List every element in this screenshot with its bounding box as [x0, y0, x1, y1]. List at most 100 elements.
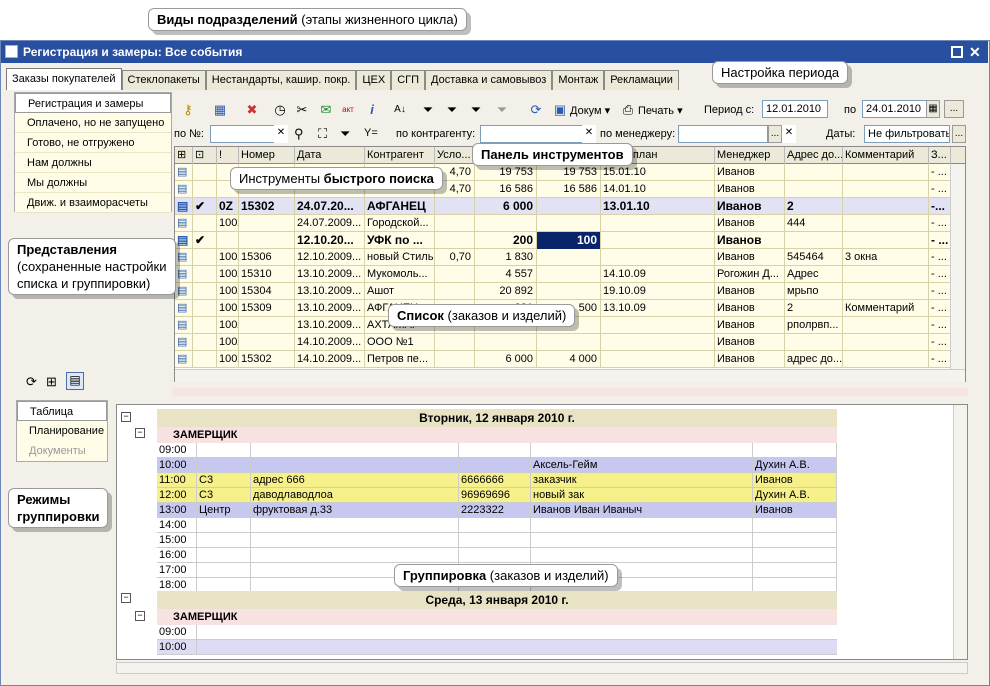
clear-manager-icon[interactable]: ✕ — [782, 125, 796, 143]
time-row[interactable]: 16:00 — [157, 548, 837, 563]
time-row[interactable]: 13:00 Центр фруктовая д.33 2223322 Иванов Ив… — [157, 503, 837, 518]
slot-d — [531, 548, 753, 563]
table-row[interactable]: ▤ 100Z1530413.10.2009...Ашот 20 892 19.10.0… — [175, 283, 965, 300]
cell-cm: Комментарий — [843, 300, 929, 317]
search-icon[interactable]: ⚲ — [294, 126, 304, 142]
tab-nonstandard[interactable]: Нестандарты, кашир. покр. — [205, 70, 357, 90]
tab-claims[interactable]: Рекламации — [604, 70, 679, 90]
print-menu[interactable]: Печать ▾ — [638, 104, 683, 117]
manager-more-button[interactable]: ... — [768, 125, 782, 143]
table-row[interactable]: ▤ 100Z 24.07.2009...Городской... Иванов444 -… — [175, 215, 965, 232]
table-row[interactable]: ▤ 100Z1530612.10.2009...новый Стиль0,701 … — [175, 249, 965, 266]
filter-dates-select[interactable]: Не фильтровать — [864, 125, 950, 143]
view-item[interactable]: Оплачено, но не запущено — [15, 113, 171, 133]
collapse-icon[interactable]: − — [121, 593, 131, 603]
tab-workshop[interactable]: ЦЕХ — [356, 70, 392, 90]
schedule-vscroll[interactable] — [953, 405, 967, 659]
binoculars-icon[interactable]: ⛶ — [318, 126, 327, 142]
printer-icon[interactable]: ⎙ — [620, 102, 636, 118]
time-row[interactable]: 14:00 — [157, 518, 837, 533]
tab-warehouse[interactable]: СГП — [391, 70, 425, 90]
time-row[interactable]: 10:00 Аксель-Гейм Духин А.В. — [157, 458, 837, 473]
refresh-list-icon[interactable]: ⟳ — [528, 102, 544, 118]
table-row[interactable]: ▤ ✔ 0Z 15302 24.07.20... АФГАНЕЦ 6 000 13.01.10… — [175, 198, 965, 215]
col-extra[interactable]: З... — [929, 147, 951, 164]
filter-quick-icon[interactable]: ⏷ — [340, 126, 350, 142]
filter-contractor-input[interactable] — [480, 125, 596, 143]
cell-a — [785, 164, 843, 181]
period-more-button[interactable]: ... — [944, 100, 964, 118]
collapse-icon[interactable]: − — [135, 611, 145, 621]
col-contractor[interactable]: Контрагент — [365, 147, 435, 164]
splitter[interactable] — [172, 388, 968, 396]
act-icon[interactable]: акт — [340, 102, 356, 118]
grid-hscroll[interactable] — [175, 369, 965, 382]
col-manager[interactable]: Менеджер — [715, 147, 785, 164]
refresh-icon[interactable]: ⟳ — [26, 374, 37, 390]
cell-u — [435, 232, 475, 249]
collapse-icon[interactable]: − — [121, 412, 131, 422]
filter-add-icon[interactable]: ⏷ — [444, 102, 460, 118]
col-number[interactable]: Номер — [239, 147, 295, 164]
collapse-icon[interactable]: − — [135, 428, 145, 438]
col-date[interactable]: Дата — [295, 147, 365, 164]
clock-icon[interactable]: ◷ — [272, 102, 288, 118]
sort-icon[interactable]: A↓ — [392, 102, 408, 118]
mode-documents[interactable]: Документы — [17, 441, 107, 461]
time-row[interactable]: 09:00 — [157, 625, 837, 640]
calendar-icon[interactable]: ▦ — [926, 100, 940, 118]
filter-list-icon[interactable]: ⏷ — [468, 102, 484, 118]
col-priority[interactable]: ! — [217, 147, 239, 164]
time-row[interactable]: 09:00 — [157, 443, 837, 458]
new-doc-icon[interactable]: ▦ — [212, 102, 228, 118]
time-row[interactable]: 15:00 — [157, 533, 837, 548]
tab-orders[interactable]: Заказы покупателей — [6, 68, 122, 90]
filter-icon[interactable]: ⏷ — [420, 102, 436, 118]
view-item[interactable]: Нам должны — [15, 153, 171, 173]
time-row[interactable]: 11:00 С3 адрес 666 6666666 заказчик Иванов — [157, 473, 837, 488]
schedule-hscroll[interactable] — [116, 662, 968, 674]
tab-glass-units[interactable]: Стеклопакеты — [121, 70, 206, 90]
slot-b — [251, 443, 459, 458]
col-address[interactable]: Адрес до... — [785, 147, 843, 164]
time-row[interactable]: 12:00 С3 даводлаводлоа 96969696 новый зак Дух… — [157, 488, 837, 503]
filter-eq-icon[interactable]: Y= — [364, 127, 378, 139]
table-row[interactable]: ▤ 100Z1531013.10.2009...Мукомоль... 4 557 1… — [175, 266, 965, 283]
table-row[interactable]: ▤ ✔ 12.10.20... УФК по ... 200 100 Иванов - ... — [175, 232, 965, 249]
col-icon1[interactable]: ⊞ — [175, 147, 193, 164]
mode-table[interactable]: Таблица — [17, 401, 107, 421]
tab-delivery[interactable]: Доставка и самовывоз — [425, 70, 553, 90]
view-item[interactable]: Готово, не отгружено — [15, 133, 171, 153]
view-item[interactable]: Мы должны — [15, 173, 171, 193]
mail-icon[interactable]: ✉ — [318, 102, 334, 118]
clear-contractor-icon[interactable]: ✕ — [582, 125, 596, 143]
layout-icon[interactable]: ⊞ — [46, 374, 57, 390]
dates-more-button[interactable]: ... — [952, 125, 966, 143]
view-item[interactable]: Движ. и взаиморасчеты — [15, 193, 171, 213]
col-icon2[interactable]: ⊡ — [193, 147, 217, 164]
mode-planning[interactable]: Планирование — [17, 421, 107, 441]
col-conditions[interactable]: Усло... — [435, 147, 475, 164]
time-row[interactable]: 10:00 — [157, 640, 837, 655]
grid-vscroll[interactable] — [950, 164, 965, 381]
maximize-icon[interactable] — [951, 46, 963, 58]
col-comment[interactable]: Комментарий — [843, 147, 929, 164]
clear-num-icon[interactable]: ✕ — [274, 125, 288, 143]
tab-installation[interactable]: Монтаж — [552, 70, 605, 90]
period-from-input[interactable]: 12.01.2010 — [762, 100, 828, 118]
key-icon[interactable]: ⚷ — [180, 102, 196, 118]
cell-z: - ... — [929, 334, 951, 351]
docs-menu[interactable]: Докум ▾ — [570, 104, 610, 117]
view-item[interactable]: Регистрация и замеры — [15, 93, 171, 113]
tools-icon[interactable]: ✂ — [294, 102, 310, 118]
table-view-icon[interactable]: ▤ — [66, 372, 84, 390]
table-row[interactable]: ▤ 100Z 14.10.2009...ООО №1 Иванов - ... — [175, 334, 965, 351]
info-icon[interactable]: i — [364, 102, 380, 118]
filter-clear-icon[interactable]: ⏷ — [494, 102, 510, 118]
filter-manager-input[interactable] — [678, 125, 768, 143]
slot-t: 11:00 — [157, 473, 197, 488]
docs-icon[interactable]: ▣ — [552, 102, 568, 118]
close-icon[interactable]: ✕ — [969, 41, 981, 63]
table-row[interactable]: ▤ 100Z1530214.10.2009...Петров пе... 6 000… — [175, 351, 965, 368]
delete-icon[interactable]: ✖ — [244, 102, 260, 118]
